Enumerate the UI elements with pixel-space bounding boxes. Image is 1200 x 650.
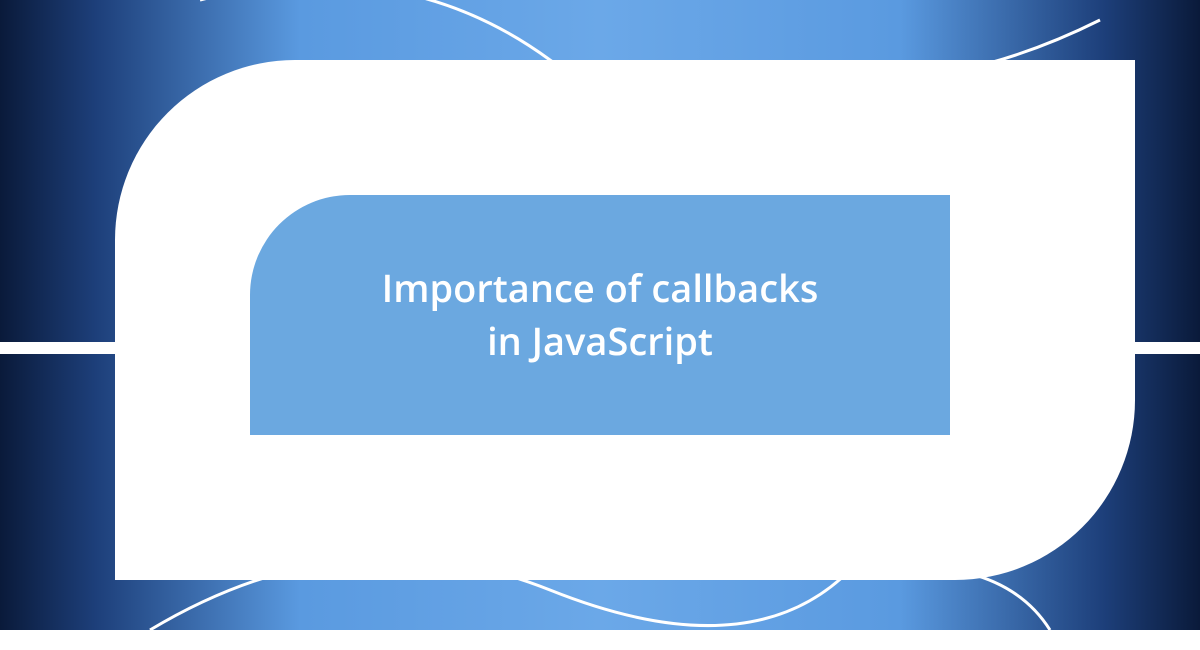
decorative-line-right xyxy=(1130,342,1200,354)
decorative-line-left xyxy=(0,342,130,354)
title-panel: Importance of callbacks in JavaScript xyxy=(250,195,950,435)
title-line-2: in JavaScript xyxy=(487,315,713,367)
page-title: Importance of callbacks in JavaScript xyxy=(342,262,859,368)
title-line-1: Importance of callbacks xyxy=(382,262,819,314)
